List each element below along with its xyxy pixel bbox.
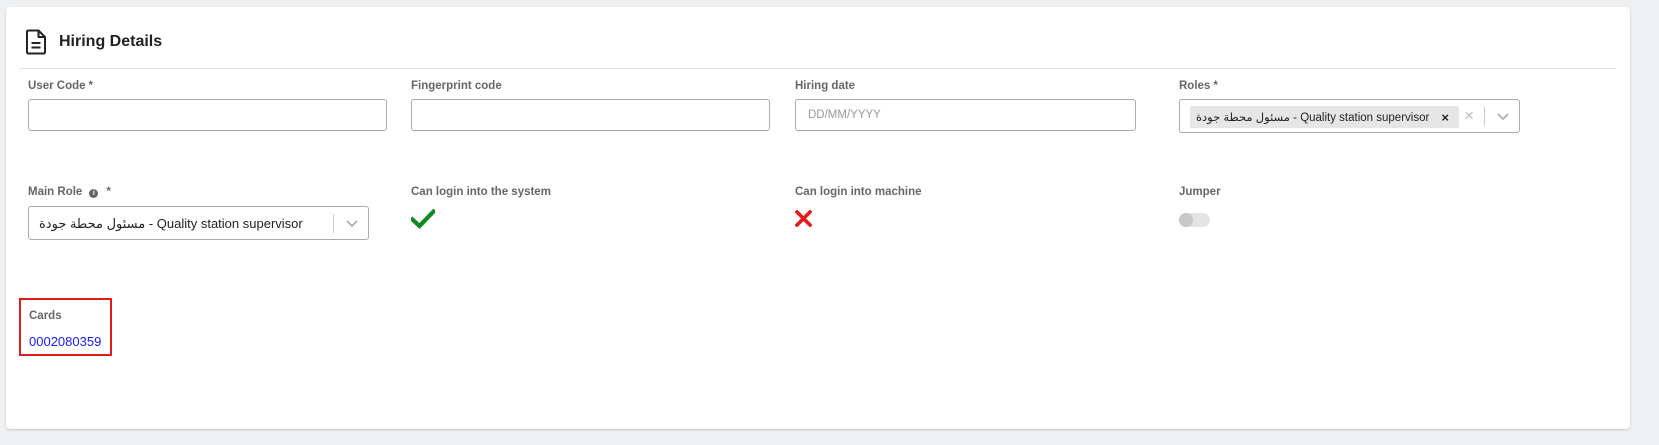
can-login-system-label: Can login into the system (411, 186, 551, 198)
clear-icon[interactable]: × (1464, 106, 1474, 126)
roles-field: Roles * مسئول محطة جودة - Quality station… (1179, 78, 1520, 133)
can-login-machine-field: Can login into machine (795, 184, 922, 227)
toggle-knob (1179, 213, 1193, 227)
main-role-label: Main Role (28, 186, 83, 198)
cards-label: Cards (29, 310, 62, 322)
card-number-link[interactable]: 0002080359 (29, 334, 101, 349)
required-mark: * (106, 186, 111, 198)
role-chip-label: مسئول محطة جودة - Quality station superv… (1196, 112, 1430, 124)
info-icon[interactable]: i (89, 189, 99, 198)
cards-section: Cards 0002080359 (19, 298, 112, 356)
fingerprint-code-field: Fingerprint code (411, 78, 770, 131)
roles-label: Roles (1179, 80, 1211, 92)
main-role-selected: مسئول محطة جودة - Quality station superv… (39, 216, 303, 231)
required-mark: * (1213, 80, 1218, 92)
fingerprint-code-input[interactable] (411, 99, 770, 131)
select-separator (333, 214, 334, 233)
document-icon (26, 29, 46, 55)
chip-remove-icon[interactable]: × (1441, 110, 1449, 125)
roles-select[interactable]: مسئول محطة جودة - Quality station superv… (1179, 99, 1520, 133)
user-code-label: User Code (28, 80, 86, 92)
jumper-field: Jumper (1179, 184, 1221, 227)
main-role-field: Main Role i * مسئول محطة جودة - Quality st… (28, 184, 369, 240)
can-login-machine-label: Can login into machine (795, 186, 922, 198)
hiring-date-label: Hiring date (795, 80, 856, 92)
jumper-label: Jumper (1179, 186, 1221, 198)
fingerprint-code-label: Fingerprint code (411, 80, 502, 92)
select-separator (1484, 107, 1485, 126)
required-mark: * (88, 80, 94, 92)
jumper-toggle[interactable] (1179, 213, 1210, 227)
chevron-down-icon[interactable] (1496, 109, 1510, 123)
card-header: Hiring Details (19, 21, 1616, 69)
chevron-down-icon[interactable] (345, 216, 359, 230)
can-login-system-field: Can login into the system (411, 184, 551, 229)
hiring-date-field: Hiring date DD/MM/YYYY (795, 78, 1136, 131)
user-code-field: User Code * (28, 78, 387, 131)
user-code-input[interactable] (28, 99, 387, 131)
hiring-date-placeholder: DD/MM/YYYY (808, 109, 881, 121)
hiring-date-input[interactable]: DD/MM/YYYY (795, 99, 1136, 131)
check-icon (411, 209, 435, 229)
role-chip: مسئول محطة جودة - Quality station superv… (1190, 106, 1459, 128)
main-role-select[interactable]: مسئول محطة جودة - Quality station superv… (28, 206, 369, 240)
page-title: Hiring Details (59, 33, 163, 50)
cross-icon (795, 210, 812, 227)
